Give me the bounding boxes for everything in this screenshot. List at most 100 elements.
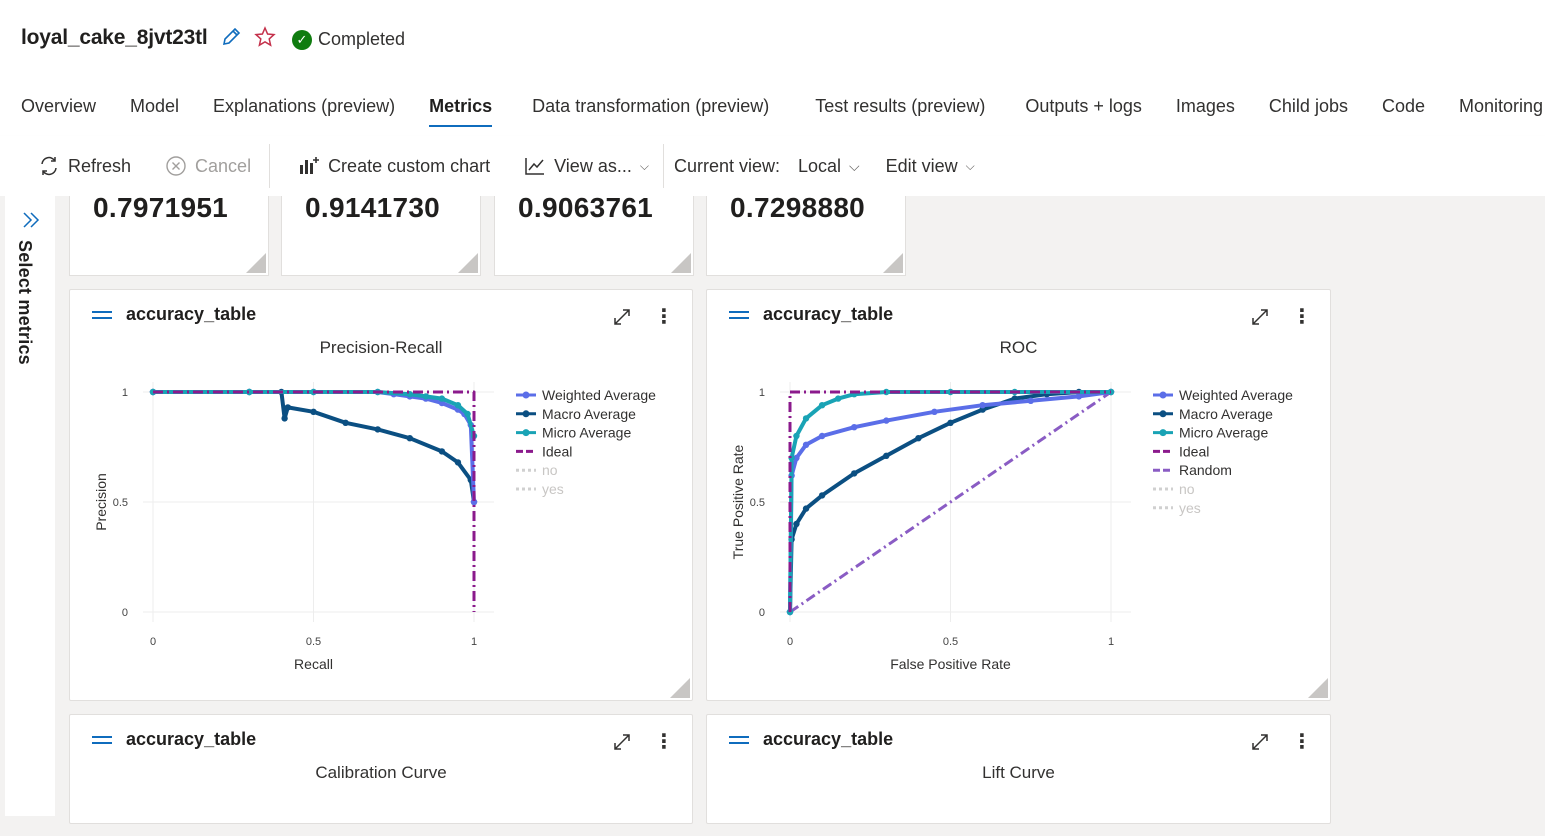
legend-label: Ideal	[1179, 443, 1209, 459]
expand-icon[interactable]	[612, 732, 632, 752]
cancel-icon	[166, 156, 186, 176]
resize-handle[interactable]	[670, 678, 690, 698]
tab-child-jobs[interactable]: Child jobs	[1269, 96, 1348, 127]
data-point	[1027, 397, 1034, 404]
double-chevron-right-icon[interactable]	[21, 210, 41, 230]
tab-monitoring[interactable]: Monitoring	[1459, 96, 1543, 127]
data-point	[851, 424, 858, 431]
refresh-button[interactable]: Refresh	[38, 155, 131, 177]
tab-metrics[interactable]: Metrics	[429, 96, 493, 127]
data-point	[454, 459, 462, 466]
status-badge: ✓ Completed	[292, 29, 405, 50]
metric-tile: 0.9141730	[281, 192, 481, 276]
tab-bar: Overview Model Explanations (preview) Me…	[21, 96, 1543, 127]
cancel-button[interactable]: Cancel	[165, 155, 251, 177]
tab-explanations[interactable]: Explanations (preview)	[213, 96, 395, 127]
y-axis-label: True Positive Rate	[730, 444, 746, 559]
more-options-icon[interactable]: ⋮	[1292, 729, 1312, 754]
select-metrics-label[interactable]: Select metrics	[14, 240, 35, 365]
tab-code[interactable]: Code	[1382, 96, 1425, 127]
tab-model[interactable]: Model	[130, 96, 179, 127]
data-point	[422, 393, 430, 400]
data-point	[310, 408, 317, 415]
y-tick-label: 0.5	[113, 497, 128, 509]
current-view-label: Current view:	[673, 155, 780, 176]
cancel-label: Cancel	[195, 155, 252, 176]
view-as-dropdown[interactable]: View as... ⌵	[524, 155, 649, 177]
edit-view-dropdown[interactable]: Edit view ⌵	[886, 156, 975, 177]
tab-overview[interactable]: Overview	[21, 96, 96, 127]
metric-tile: 0.7971951	[69, 192, 269, 276]
card-title: accuracy_table	[126, 729, 257, 749]
y-tick-label: 0.5	[750, 497, 765, 509]
y-tick-label: 1	[759, 387, 765, 399]
metric-tile: 0.9063761	[494, 192, 694, 276]
data-point	[438, 395, 446, 402]
x-tick-label: 0	[787, 636, 793, 648]
status-text: Completed	[318, 29, 406, 49]
edit-pencil-icon[interactable]	[220, 26, 242, 53]
data-point	[915, 435, 922, 442]
metric-value: 0.7298880	[730, 192, 866, 223]
legend-label: Random	[1179, 462, 1232, 478]
tab-data-transformation[interactable]: Data transformation (preview)	[532, 96, 769, 127]
card-title: accuracy_table	[763, 729, 894, 749]
current-view-dropdown[interactable]: Local ⌵	[798, 156, 860, 177]
chart-title: Calibration Curve	[315, 763, 447, 782]
chart-title: Lift Curve	[982, 763, 1055, 782]
resize-handle[interactable]	[246, 253, 266, 273]
toolbar-divider	[662, 144, 664, 188]
drag-handle-icon[interactable]	[92, 735, 112, 744]
resize-handle[interactable]	[458, 253, 478, 273]
data-point	[931, 408, 938, 415]
legend-marker	[522, 410, 530, 418]
legend-marker	[1159, 429, 1167, 437]
tab-test-results[interactable]: Test results (preview)	[815, 96, 985, 127]
data-point	[281, 415, 288, 422]
resize-handle[interactable]	[1308, 678, 1328, 698]
create-chart-label: Create custom chart	[328, 155, 491, 176]
precision-recall-chart: 0 0.5 1 0 0.5 1 Recall Precision Weighted Averag…	[93, 382, 656, 672]
tab-outputs-logs[interactable]: Outputs + logs	[1025, 96, 1142, 127]
data-point	[342, 419, 349, 426]
add-chart-icon	[300, 157, 320, 174]
legend-label: no	[1179, 481, 1195, 497]
data-point	[818, 492, 826, 499]
legend-label: Micro Average	[1179, 425, 1268, 441]
create-custom-chart-button[interactable]: Create custom chart	[298, 155, 490, 177]
drag-handle-icon[interactable]	[729, 735, 749, 744]
current-view-value: Local	[797, 155, 842, 176]
tab-images[interactable]: Images	[1176, 96, 1235, 127]
title-actions: ✓ Completed	[220, 26, 405, 53]
star-favorite-icon[interactable]	[254, 26, 276, 53]
metric-value: 0.9141730	[305, 192, 441, 223]
chart-card-calibration: accuracy_table ⋮ Calibration Curve	[69, 714, 693, 824]
data-point	[979, 402, 986, 409]
resize-handle[interactable]	[671, 253, 691, 273]
legend-label: Micro Average	[542, 425, 631, 441]
legend-marker	[522, 429, 530, 437]
chevron-down-icon: ⌵	[965, 158, 975, 173]
chart-card-precision-recall: accuracy_table ⋮ Precision-Recall 0 0.5 1 0…	[69, 289, 693, 701]
legend-label: Macro Average	[542, 406, 636, 422]
data-point	[793, 520, 800, 528]
data-point	[802, 505, 810, 512]
legend-label: yes	[542, 481, 564, 497]
expand-icon[interactable]	[1250, 732, 1270, 752]
line-chart-icon	[525, 158, 545, 175]
legend-label: no	[542, 462, 558, 478]
data-point	[818, 432, 826, 440]
resize-handle[interactable]	[883, 253, 903, 273]
legend-label: Weighted Average	[542, 387, 656, 403]
x-axis-label: Recall	[294, 656, 333, 672]
data-point	[947, 419, 954, 426]
chart-card-lift: accuracy_table ⋮ Lift Curve	[706, 714, 1331, 824]
metric-value: 0.9063761	[518, 192, 654, 223]
x-tick-label: 0	[150, 636, 156, 648]
metric-value: 0.7971951	[93, 192, 229, 223]
x-tick-label: 1	[471, 636, 477, 648]
data-point	[793, 432, 800, 440]
refresh-icon	[41, 156, 57, 176]
y-tick-label: 0	[122, 607, 128, 619]
more-options-icon[interactable]: ⋮	[654, 729, 674, 754]
